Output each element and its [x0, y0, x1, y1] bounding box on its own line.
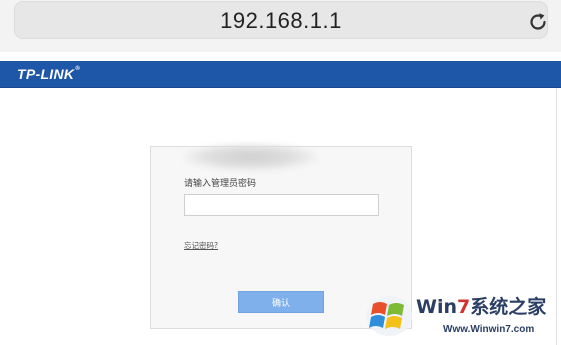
url-text[interactable]: 192.168.1.1 — [15, 8, 547, 34]
forgot-password-link[interactable]: 忘记密码? — [184, 240, 218, 251]
password-label: 请输入管理员密码 — [184, 179, 257, 189]
tp-link-logo: TP-LINK® — [17, 66, 80, 82]
windows-logo-icon — [366, 296, 412, 336]
watermark-title-suffix: 系统之家 — [470, 296, 547, 318]
brand-name: TP-LINK — [17, 66, 75, 82]
reload-icon[interactable] — [526, 10, 550, 34]
watermark-title: Win7系统之家 — [416, 292, 546, 319]
registered-mark: ® — [75, 66, 81, 72]
blurred-title — [183, 143, 318, 171]
watermark-title-prefix: Win — [416, 296, 457, 318]
watermark-title-accent: 7 — [457, 296, 471, 318]
brand-header: TP-LINK® — [0, 61, 561, 88]
browser-toolbar: 192.168.1.1 — [0, 0, 561, 52]
password-input[interactable] — [184, 194, 379, 216]
address-bar[interactable]: 192.168.1.1 — [14, 1, 548, 39]
confirm-button[interactable]: 确认 — [238, 291, 324, 313]
watermark-url: Www.Winwin7.com — [443, 324, 535, 335]
page-edge — [556, 88, 557, 345]
